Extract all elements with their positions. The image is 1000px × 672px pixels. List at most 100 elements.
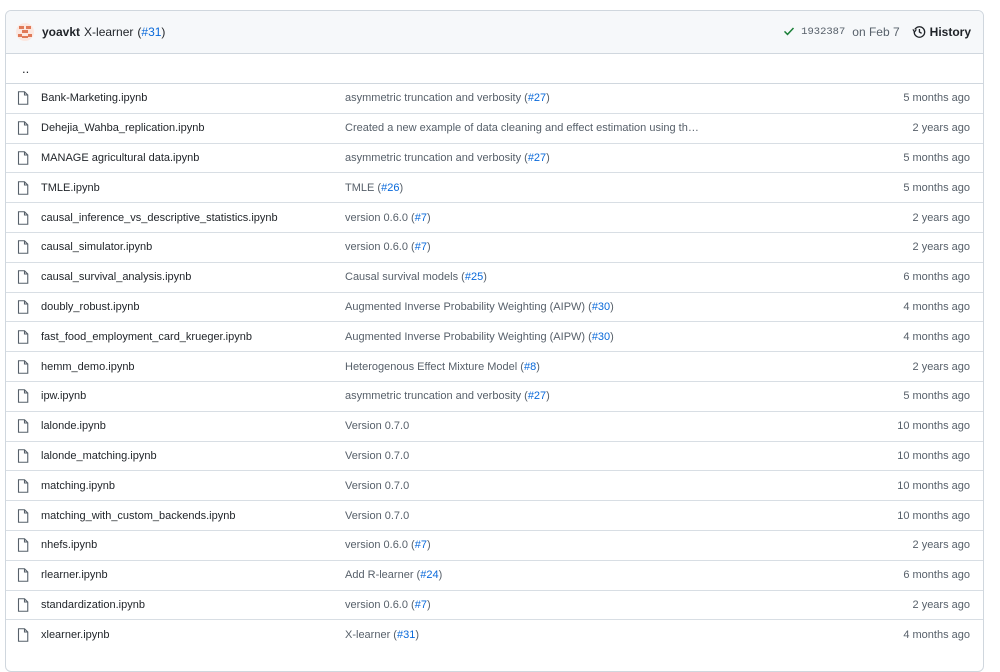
file-row[interactable]: lalonde_matching.ipynb Version 0.7.0 10 mo…: [6, 442, 983, 472]
file-commit-text[interactable]: Causal survival models: [345, 271, 461, 283]
history-button[interactable]: History: [912, 25, 971, 39]
file-name-link[interactable]: rlearner.ipynb: [41, 569, 345, 581]
file-commit-text[interactable]: Version 0.7.0: [345, 420, 409, 432]
file-commit-message[interactable]: X-learner (#31): [345, 629, 765, 641]
file-commit-message[interactable]: Augmented Inverse Probability Weighting …: [345, 331, 765, 343]
file-commit-message[interactable]: Version 0.7.0: [345, 510, 765, 522]
file-commit-text[interactable]: version 0.6.0: [345, 599, 411, 611]
latest-commit-bar: yoavkt X-learner (#31) 1932387 on Feb 7 …: [6, 11, 983, 54]
file-row[interactable]: Dehejia_Wahba_replication.ipynb Created a…: [6, 114, 983, 144]
file-row[interactable]: matching_with_custom_backends.ipynb Versi…: [6, 501, 983, 531]
file-commit-text[interactable]: asymmetric truncation and verbosity: [345, 390, 524, 402]
commit-sha[interactable]: 1932387: [801, 26, 845, 38]
file-commit-text[interactable]: version 0.6.0: [345, 212, 411, 224]
file-row[interactable]: nhefs.ipynb version 0.6.0 (#7) 2 years ago: [6, 531, 983, 561]
commit-pr-link[interactable]: #26: [381, 182, 399, 194]
file-name-link[interactable]: causal_survival_analysis.ipynb: [41, 271, 345, 283]
file-commit-text[interactable]: asymmetric truncation and verbosity: [345, 92, 524, 104]
file-commit-text[interactable]: Version 0.7.0: [345, 510, 409, 522]
commit-pr-link[interactable]: #30: [592, 301, 610, 313]
file-row[interactable]: ipw.ipynb asymmetric truncation and verbo…: [6, 382, 983, 412]
file-name-link[interactable]: ipw.ipynb: [41, 390, 345, 402]
commit-pr-link[interactable]: #7: [415, 599, 427, 611]
file-commit-message[interactable]: Heterogenous Effect Mixture Model (#8): [345, 361, 765, 373]
file-commit-text[interactable]: TMLE: [345, 182, 377, 194]
commit-pr-link[interactable]: #31: [141, 25, 161, 39]
file-commit-text[interactable]: Created a new example of data cleaning a…: [345, 122, 699, 134]
file-name-link[interactable]: lalonde_matching.ipynb: [41, 450, 345, 462]
file-row[interactable]: fast_food_employment_card_krueger.ipynb A…: [6, 322, 983, 353]
file-commit-message[interactable]: version 0.6.0 (#7): [345, 599, 765, 611]
parent-directory-link[interactable]: ..: [6, 54, 983, 84]
file-row[interactable]: lalonde.ipynb Version 0.7.0 10 months ago: [6, 412, 983, 442]
file-commit-message[interactable]: version 0.6.0 (#7): [345, 241, 765, 253]
file-commit-message[interactable]: Version 0.7.0: [345, 420, 765, 432]
file-row[interactable]: matching.ipynb Version 0.7.0 10 months ago: [6, 471, 983, 502]
file-row[interactable]: hemm_demo.ipynb Heterogenous Effect Mixtu…: [6, 352, 983, 382]
file-commit-text[interactable]: X-learner: [345, 629, 393, 641]
file-row[interactable]: xlearner.ipynb X-learner (#31) 4 months ag…: [6, 620, 983, 650]
file-row[interactable]: causal_survival_analysis.ipynb Causal sur…: [6, 263, 983, 293]
file-commit-message[interactable]: Augmented Inverse Probability Weighting …: [345, 301, 765, 313]
file-row[interactable]: MANAGE agricultural data.ipynb asymmetric…: [6, 144, 983, 174]
commit-author[interactable]: yoavkt: [42, 25, 80, 39]
file-commit-text[interactable]: version 0.6.0: [345, 241, 411, 253]
file-name-link[interactable]: matching_with_custom_backends.ipynb: [41, 510, 345, 522]
commit-pr-link[interactable]: #8: [524, 361, 536, 373]
file-name-link[interactable]: fast_food_employment_card_krueger.ipynb: [41, 331, 345, 343]
file-commit-message[interactable]: TMLE (#26): [345, 182, 765, 194]
avatar[interactable]: [16, 23, 34, 41]
file-row[interactable]: causal_simulator.ipynb version 0.6.0 (#7)…: [6, 233, 983, 263]
file-name-link[interactable]: Dehejia_Wahba_replication.ipynb: [41, 122, 345, 134]
file-commit-text[interactable]: asymmetric truncation and verbosity: [345, 152, 524, 164]
file-name-link[interactable]: lalonde.ipynb: [41, 420, 345, 432]
commit-pr-link[interactable]: #24: [420, 569, 438, 581]
file-commit-message[interactable]: asymmetric truncation and verbosity (#27…: [345, 92, 765, 104]
file-name-link[interactable]: doubly_robust.ipynb: [41, 301, 345, 313]
file-list: Bank-Marketing.ipynb asymmetric truncatio…: [6, 84, 983, 650]
file-name-link[interactable]: nhefs.ipynb: [41, 539, 345, 551]
file-commit-message[interactable]: Version 0.7.0: [345, 480, 765, 492]
check-icon[interactable]: [783, 25, 795, 40]
file-commit-message[interactable]: version 0.6.0 (#7): [345, 539, 765, 551]
file-row[interactable]: standardization.ipynb version 0.6.0 (#7) 2…: [6, 591, 983, 621]
file-commit-text[interactable]: Version 0.7.0: [345, 450, 409, 462]
commit-pr-link[interactable]: #25: [465, 271, 483, 283]
file-commit-text[interactable]: Version 0.7.0: [345, 480, 409, 492]
file-row[interactable]: TMLE.ipynb TMLE (#26) 5 months ago: [6, 173, 983, 204]
file-name-link[interactable]: hemm_demo.ipynb: [41, 361, 345, 373]
file-commit-text[interactable]: Augmented Inverse Probability Weighting …: [345, 301, 588, 313]
commit-pr-link[interactable]: #7: [415, 212, 427, 224]
file-commit-message[interactable]: Created a new example of data cleaning a…: [345, 122, 765, 134]
file-name-link[interactable]: matching.ipynb: [41, 480, 345, 492]
commit-pr-link[interactable]: #27: [528, 152, 546, 164]
file-name-link[interactable]: xlearner.ipynb: [41, 629, 345, 641]
file-name-link[interactable]: causal_simulator.ipynb: [41, 241, 345, 253]
file-commit-message[interactable]: Version 0.7.0: [345, 450, 765, 462]
file-commit-text[interactable]: version 0.6.0: [345, 539, 411, 551]
file-commit-text[interactable]: Augmented Inverse Probability Weighting …: [345, 331, 588, 343]
file-commit-message[interactable]: version 0.6.0 (#7): [345, 212, 765, 224]
file-row[interactable]: doubly_robust.ipynb Augmented Inverse Pro…: [6, 293, 983, 323]
file-commit-text[interactable]: Heterogenous Effect Mixture Model: [345, 361, 520, 373]
commit-pr-link[interactable]: #27: [528, 390, 546, 402]
file-row[interactable]: causal_inference_vs_descriptive_statisti…: [6, 203, 983, 233]
file-name-link[interactable]: MANAGE agricultural data.ipynb: [41, 152, 345, 164]
file-name-link[interactable]: TMLE.ipynb: [41, 182, 345, 194]
file-name-link[interactable]: standardization.ipynb: [41, 599, 345, 611]
commit-message[interactable]: X-learner: [84, 25, 133, 39]
file-commit-message[interactable]: Causal survival models (#25): [345, 271, 765, 283]
file-commit-message[interactable]: asymmetric truncation and verbosity (#27…: [345, 390, 765, 402]
file-commit-message[interactable]: asymmetric truncation and verbosity (#27…: [345, 152, 765, 164]
file-commit-text[interactable]: Add R-learner: [345, 569, 417, 581]
file-commit-message[interactable]: Add R-learner (#24): [345, 569, 765, 581]
file-name-link[interactable]: causal_inference_vs_descriptive_statisti…: [41, 212, 345, 224]
file-row[interactable]: Bank-Marketing.ipynb asymmetric truncatio…: [6, 84, 983, 114]
commit-pr-link[interactable]: #30: [592, 331, 610, 343]
file-name-link[interactable]: Bank-Marketing.ipynb: [41, 92, 345, 104]
commit-pr-link[interactable]: #27: [528, 92, 546, 104]
commit-pr-link[interactable]: #7: [415, 539, 427, 551]
file-row[interactable]: rlearner.ipynb Add R-learner (#24) 6 month…: [6, 561, 983, 591]
commit-pr-link[interactable]: #7: [415, 241, 427, 253]
commit-pr-link[interactable]: #31: [397, 629, 415, 641]
